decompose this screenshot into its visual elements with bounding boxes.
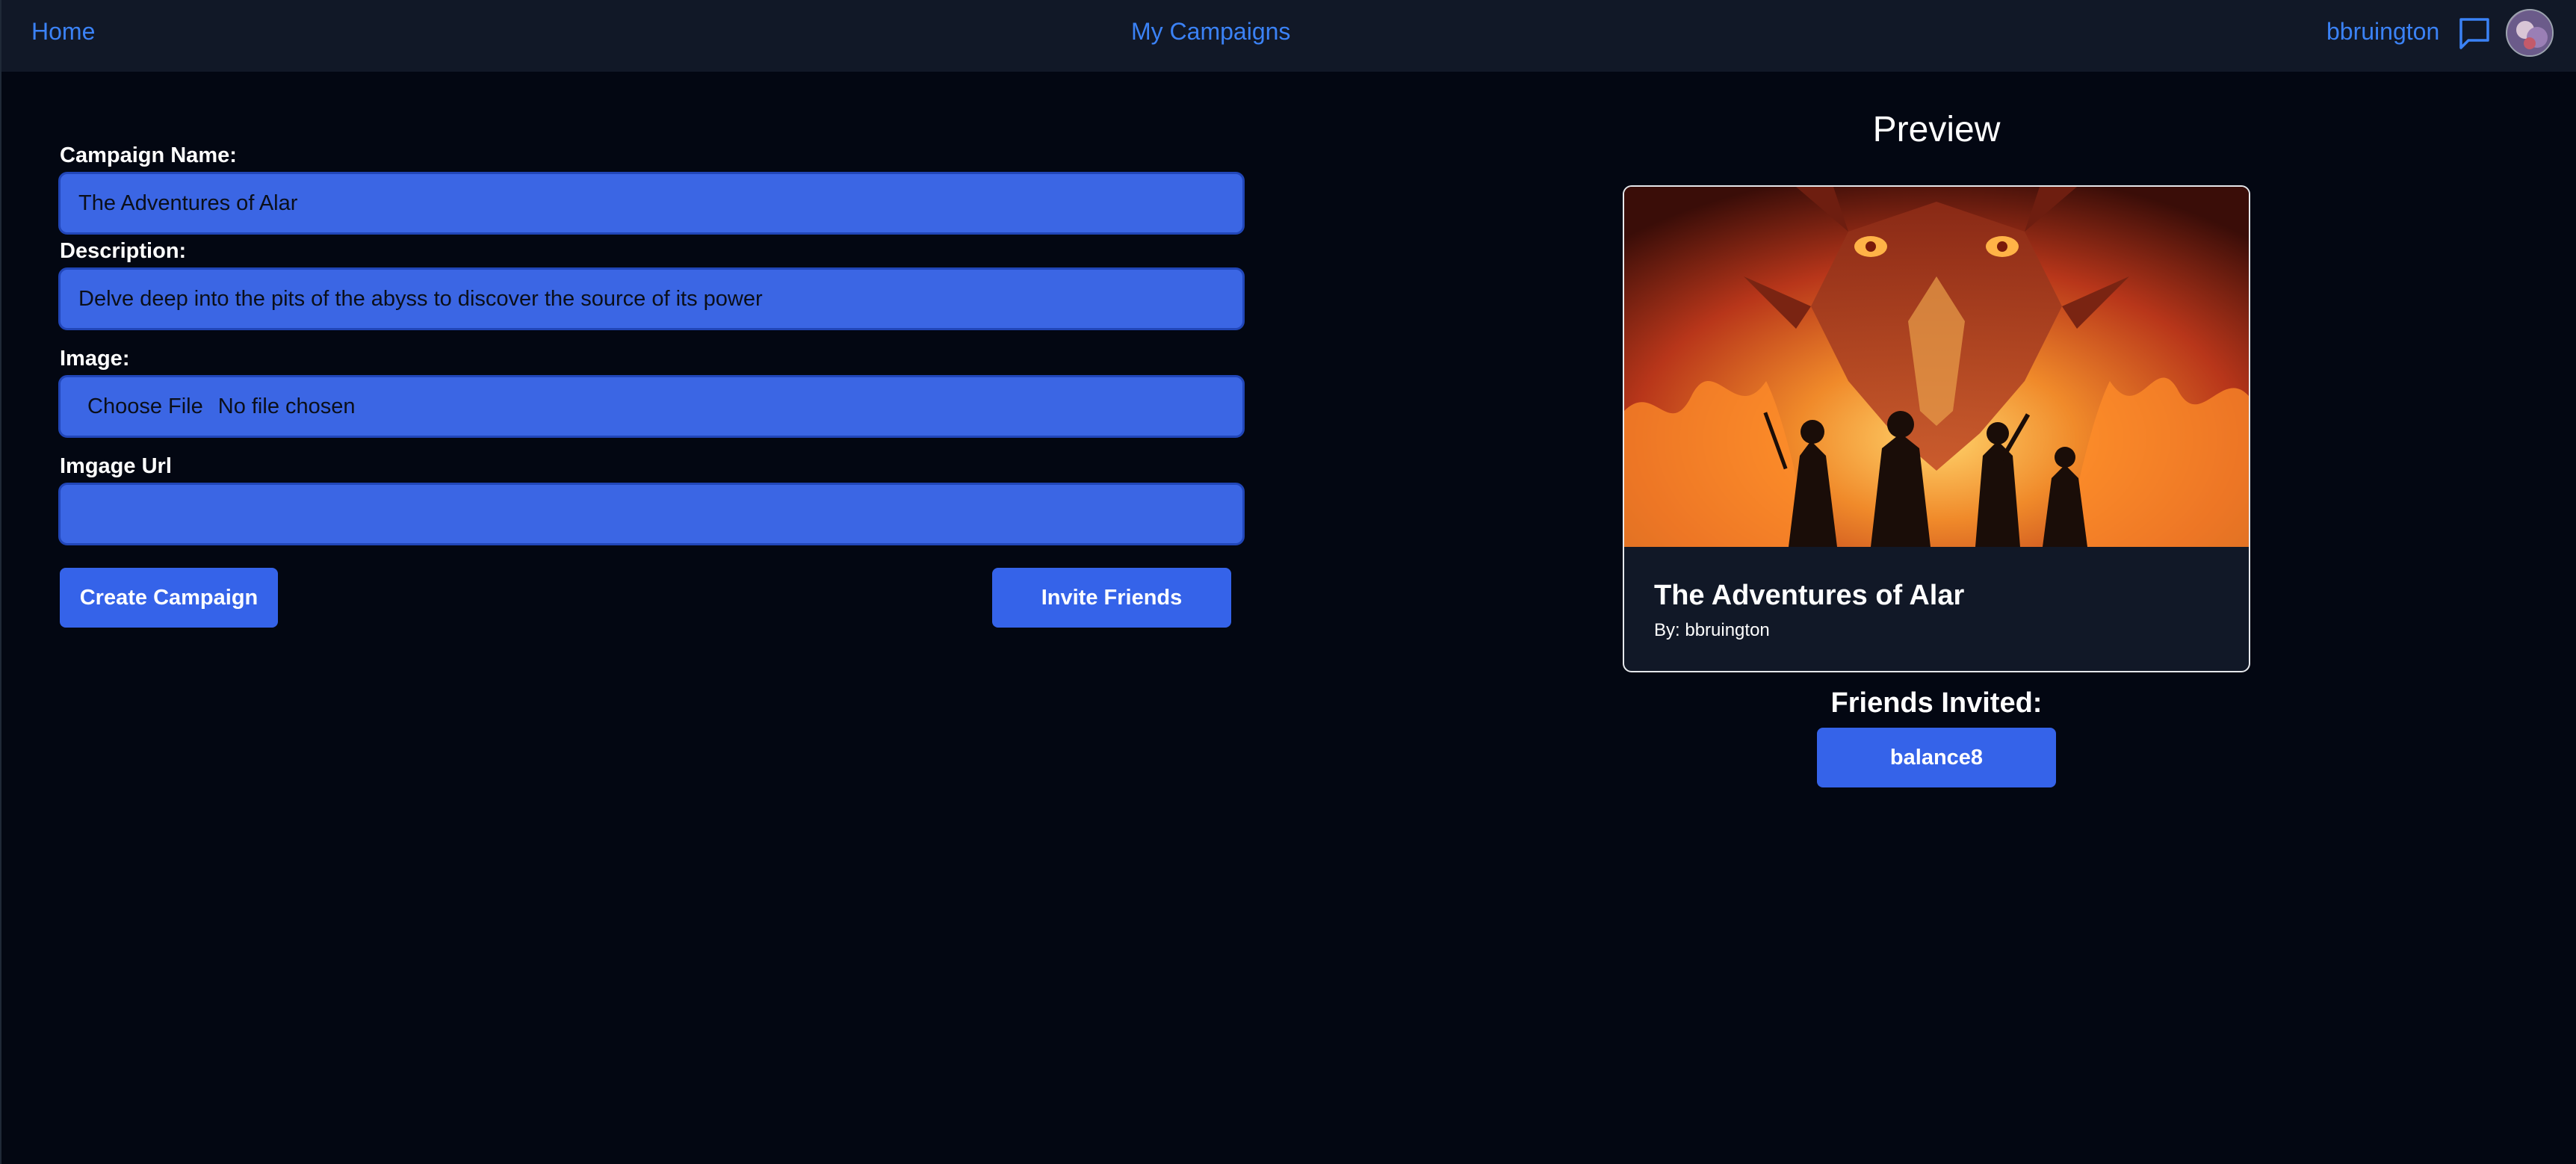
nav-username[interactable]: bbruington [2326,18,2439,46]
image-url-label: Imgage Url [60,454,172,478]
image-file-input[interactable]: Choose File No file chosen [58,375,1245,438]
campaign-name-value: The Adventures of Alar [78,191,298,215]
description-label: Description: [60,239,187,263]
description-value: Delve deep into the pits of the abyss to… [78,286,763,311]
nav-my-campaigns-link[interactable]: My Campaigns [1131,18,1290,46]
image-url-input[interactable] [58,483,1245,545]
choose-file-button[interactable]: Choose File [87,394,203,419]
nav-home-link[interactable]: Home [31,18,95,46]
campaign-card-image [1624,187,2249,547]
page-left-border [0,72,1,1164]
card-author: By: bbruington [1654,620,1770,640]
image-label: Image: [60,347,130,371]
card-title: The Adventures of Alar [1654,580,1965,611]
campaign-name-label: Campaign Name: [60,143,237,167]
description-input[interactable]: Delve deep into the pits of the abyss to… [58,267,1245,330]
top-navbar: Home My Campaigns bbruington [0,0,2576,72]
campaign-preview-card[interactable]: The Adventures of Alar By: bbruington [1623,185,2250,672]
friends-invited-title: Friends Invited: [1830,687,2043,719]
campaign-name-input[interactable]: The Adventures of Alar [58,172,1245,235]
chat-bubble-icon[interactable] [2456,15,2492,51]
file-status: No file chosen [217,394,356,418]
invite-friends-button[interactable]: Invite Friends [992,568,1231,628]
invited-friend-chip[interactable]: balance8 [1817,728,2056,787]
user-avatar[interactable] [2506,9,2554,57]
preview-title: Preview [1872,110,2001,149]
create-campaign-button[interactable]: Create Campaign [60,568,278,628]
